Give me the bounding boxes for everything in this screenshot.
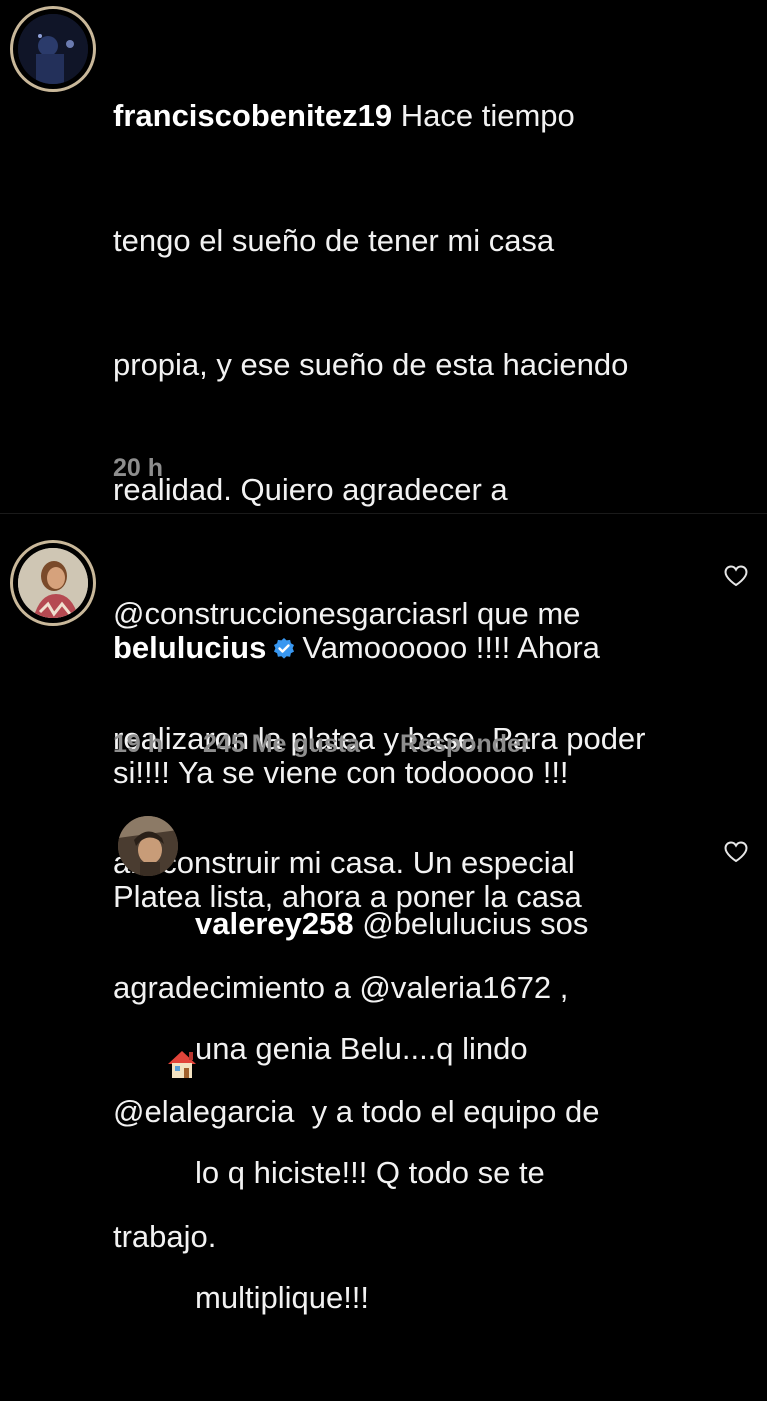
comment-text: valerey258 @belulucius sos una genia Bel… [195, 820, 715, 1401]
comment-line: valerey258 @belulucius sos [195, 906, 589, 941]
comment-line: multiplique!!! [195, 1279, 370, 1315]
comment-meta: 19 h 245 Me gusta Responder [113, 730, 571, 759]
likes-count[interactable]: 245 Me gusta [203, 730, 360, 758]
comment-valerey258: valerey258 @belulucius sos una genia Bel… [0, 800, 767, 1315]
verified-badge-icon [274, 638, 295, 659]
comment-line: belulucius Vamoooooo !!!! Ahora [113, 630, 600, 665]
comment-line: una genia Belu....q lindo [195, 1030, 528, 1066]
avatar-photo [18, 14, 88, 84]
comment-line: tengo el sueño de tener mi casa [113, 222, 555, 258]
avatar[interactable] [10, 6, 96, 92]
like-heart-icon[interactable] [723, 840, 749, 864]
comment-line: propia, y ese sueño de esta haciendo [113, 347, 629, 382]
comment-franciscobenitez19: franciscobenitez19 Hace tiempo tengo el … [0, 0, 767, 1254]
avatar[interactable] [118, 816, 178, 876]
comment-username[interactable]: valerey258 [195, 906, 354, 941]
comment-time: 19 h [113, 730, 164, 758]
comment-belulucius: belulucius Vamoooooo !!!! Ahora si!!!! Ya… [0, 514, 767, 1078]
comment-username[interactable]: franciscobenitez19 [113, 98, 392, 133]
comment-line: franciscobenitez19 Hace tiempo [113, 98, 575, 133]
reply-button[interactable]: Responder [400, 730, 531, 758]
avatar[interactable] [10, 540, 96, 626]
comment-time: 20 h [113, 454, 164, 482]
comment-username[interactable]: belulucius [113, 630, 266, 665]
comment-line: realidad. Quiero agradecer a [113, 471, 508, 507]
like-heart-icon[interactable] [723, 564, 749, 588]
comment-line: lo q hiciste!!! Q todo se te [195, 1155, 545, 1190]
avatar-photo [18, 548, 88, 618]
comment-meta: 20 h [113, 454, 203, 483]
avatar-photo [118, 816, 178, 876]
house-emoji [167, 1051, 196, 1078]
